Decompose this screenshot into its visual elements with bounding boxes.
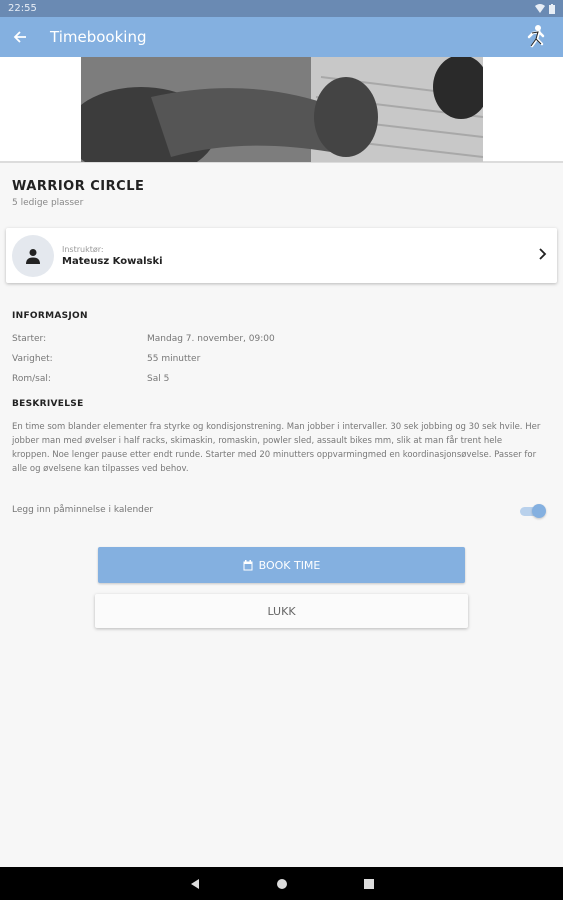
runner-logo: [527, 25, 545, 48]
page-title: Timebooking: [50, 28, 147, 46]
chevron-right-icon: [539, 248, 547, 260]
book-button[interactable]: BOOK TIME: [98, 547, 465, 583]
reminder-toggle[interactable]: [520, 504, 546, 518]
system-nav-bar: [0, 867, 563, 900]
class-title: WARRIOR CIRCLE: [12, 179, 145, 194]
available-spots: 5 ledige plasser: [12, 198, 84, 208]
info-row-start: Starter: Mandag 7. november, 09:00: [12, 334, 275, 344]
nav-recents-icon[interactable]: [363, 878, 375, 890]
close-button-label: LUKK: [267, 604, 296, 618]
description-text: En time som blander elementer fra styrke…: [12, 422, 541, 474]
instructor-name: Mateusz Kowalski: [62, 255, 163, 267]
arrow-left-icon: [13, 31, 26, 43]
class-image: [81, 57, 483, 162]
app-bar: Timebooking: [0, 17, 563, 57]
back-button[interactable]: [0, 17, 40, 57]
status-bar: 22:55: [0, 0, 563, 17]
book-button-label: BOOK TIME: [258, 558, 321, 572]
description-heading: BESKRIVELSE: [12, 399, 84, 409]
avatar: [12, 234, 54, 277]
status-time: 22:55: [8, 3, 37, 14]
instructor-label: Instruktør:: [62, 244, 104, 254]
wifi-icon: [535, 4, 545, 13]
calendar-icon: [243, 559, 253, 570]
info-row-room: Rom/sal: Sal 5: [12, 374, 170, 384]
person-icon: [26, 248, 40, 264]
information-heading: INFORMASJON: [12, 311, 88, 321]
instructor-card[interactable]: Instruktør: Mateusz Kowalski: [6, 228, 557, 283]
class-hero: [0, 57, 563, 163]
battery-icon: [549, 3, 555, 14]
nav-back-icon[interactable]: [189, 878, 201, 890]
info-row-duration: Varighet: 55 minutter: [12, 354, 201, 364]
reminder-label: Legg inn påminnelse i kalender: [12, 505, 154, 515]
close-button[interactable]: LUKK: [95, 594, 468, 628]
nav-home-icon[interactable]: [276, 878, 288, 890]
